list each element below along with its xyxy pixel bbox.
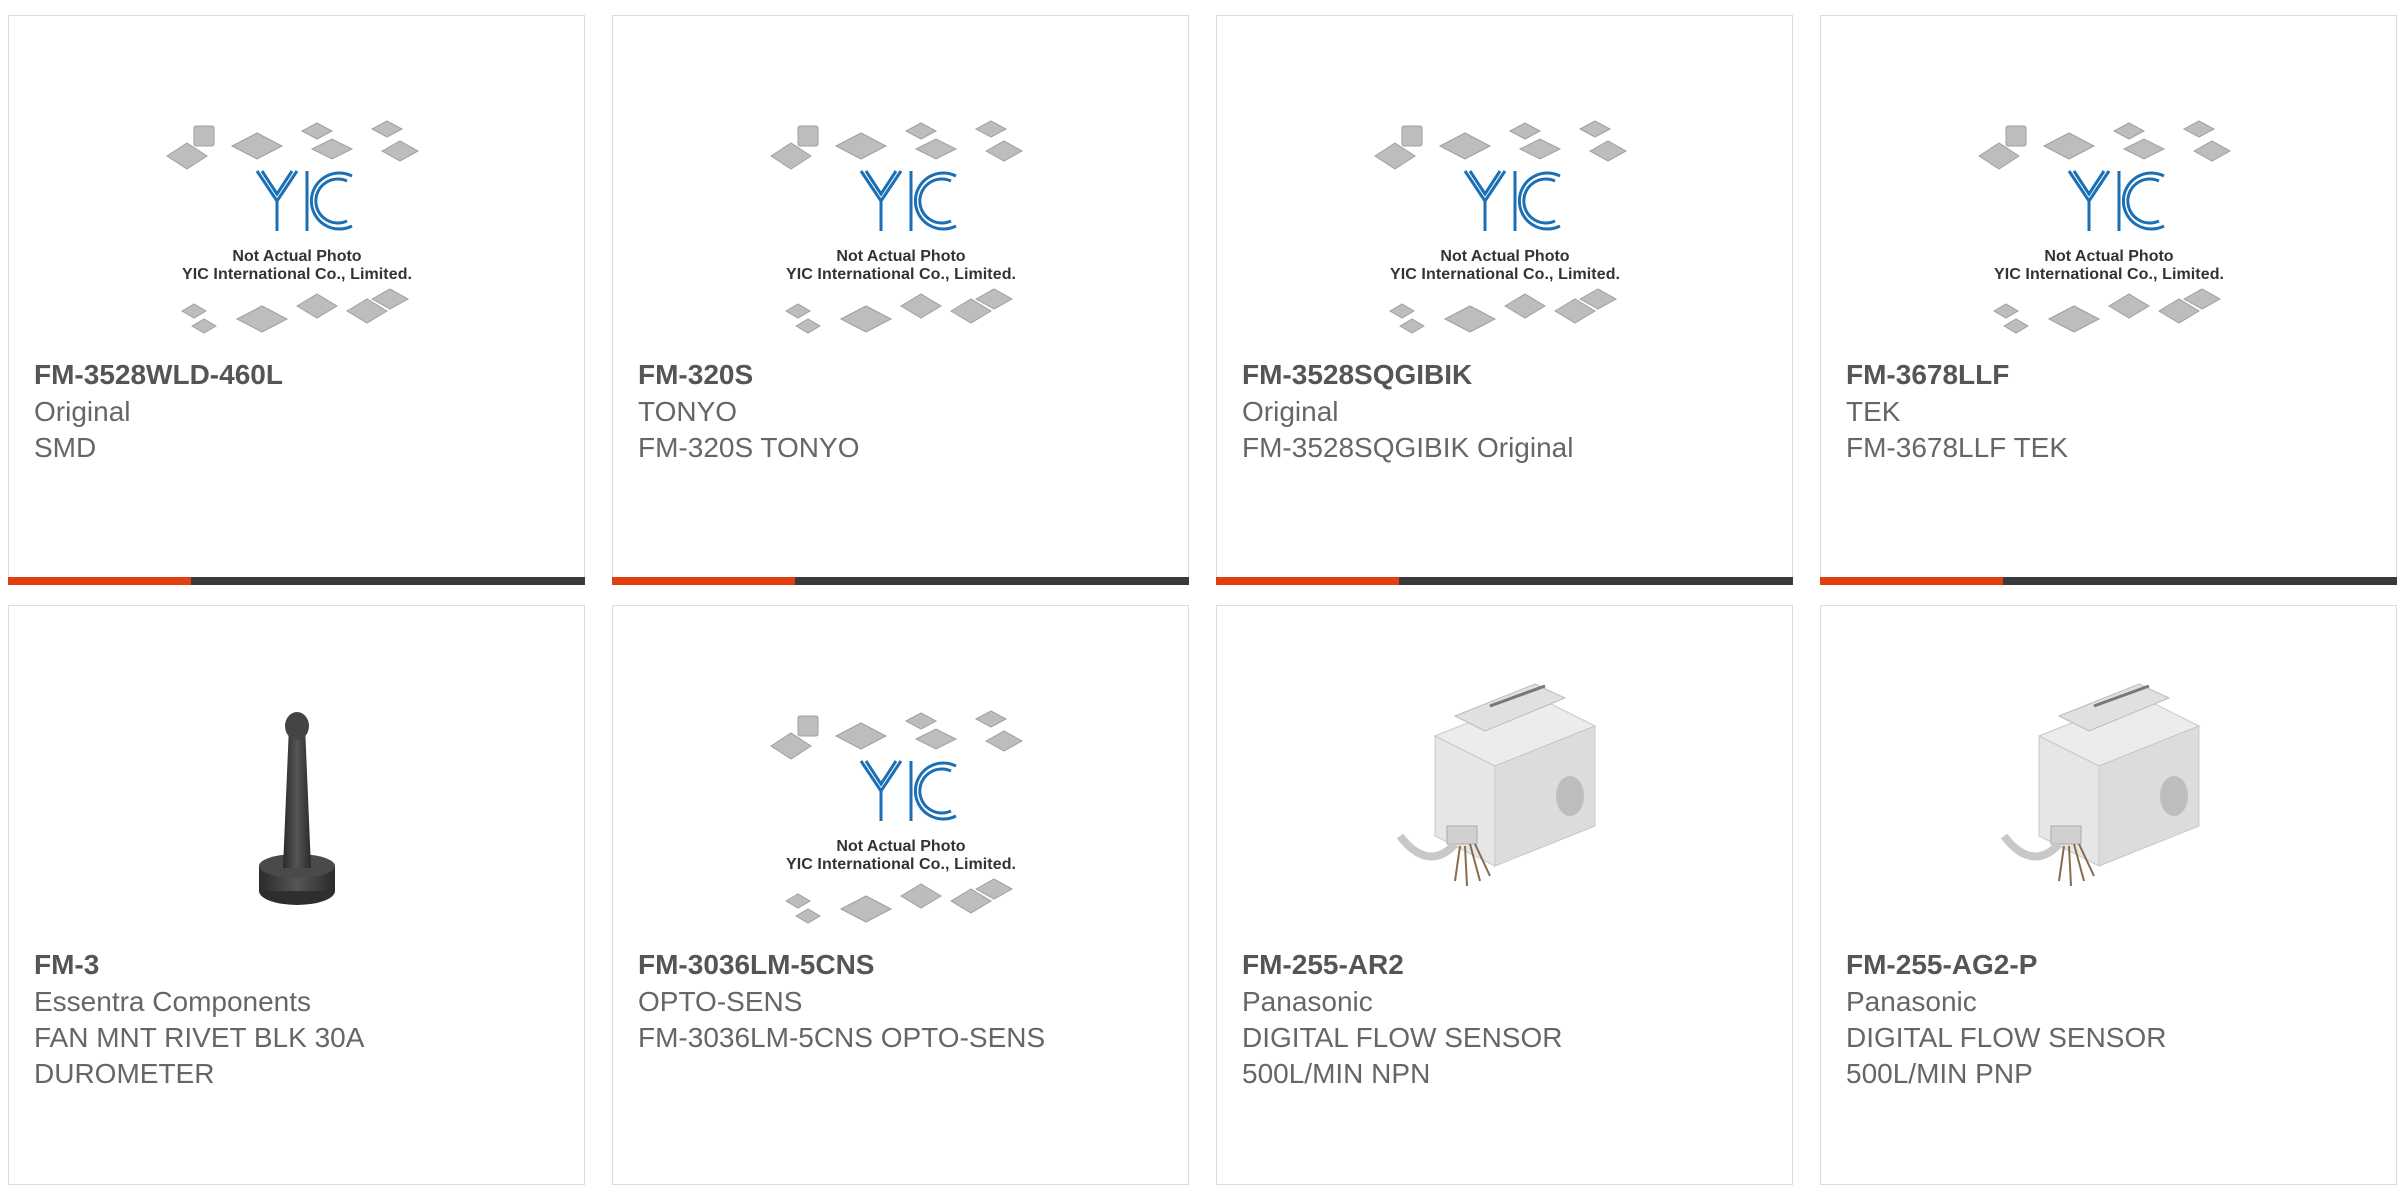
placeholder-caption-1: Not Actual Photo bbox=[836, 838, 965, 855]
description: FM-3678LLF TEK bbox=[1846, 432, 2069, 463]
product-card[interactable]: Not Actual Photo YIC International Co., … bbox=[612, 605, 1189, 1185]
manufacturer: Essentra Components bbox=[34, 986, 312, 1017]
card-bottom-bar bbox=[612, 577, 1189, 585]
part-number[interactable]: FM-320S bbox=[638, 358, 1178, 392]
card-bottom-bar bbox=[8, 577, 585, 585]
placeholder-caption-2: YIC International Co., Limited. bbox=[1994, 266, 2224, 283]
description: FAN MNT RIVET BLK 30A bbox=[34, 1022, 365, 1053]
description: DIGITAL FLOW SENSOR bbox=[1846, 1022, 2167, 1053]
product-card[interactable]: FM-3 Essentra Components FAN MNT RIVET B… bbox=[8, 605, 585, 1185]
product-card[interactable]: Not Actual Photo YIC International Co., … bbox=[8, 15, 585, 585]
placeholder-caption-2: YIC International Co., Limited. bbox=[786, 266, 1016, 283]
manufacturer: Panasonic bbox=[1846, 986, 1977, 1017]
placeholder-caption-1: Not Actual Photo bbox=[836, 248, 965, 265]
description: 500L/MIN NPN bbox=[1242, 1058, 1431, 1089]
description: FM-320S TONYO bbox=[638, 432, 860, 463]
product-image[interactable] bbox=[9, 606, 584, 946]
description: FM-3036LM-5CNS OPTO-SENS bbox=[638, 1022, 1046, 1053]
manufacturer: Panasonic bbox=[1242, 986, 1373, 1017]
product-image[interactable] bbox=[1217, 606, 1792, 946]
description: DUROMETER bbox=[34, 1058, 215, 1089]
product-card[interactable]: FM-255-AG2-P Panasonic DIGITAL FLOW SENS… bbox=[1820, 605, 2397, 1185]
manufacturer: TONYO bbox=[638, 396, 738, 427]
placeholder-image: Not Actual Photo YIC International Co., … bbox=[769, 710, 1023, 924]
product-image[interactable]: Not Actual Photo YIC International Co., … bbox=[1821, 16, 2396, 356]
description: SMD bbox=[34, 432, 97, 463]
part-number[interactable]: FM-255-AR2 bbox=[1242, 948, 1782, 982]
part-number[interactable]: FM-255-AG2-P bbox=[1846, 948, 2386, 982]
placeholder-caption-1: Not Actual Photo bbox=[1440, 248, 1569, 265]
card-bottom-bar bbox=[1216, 577, 1793, 585]
placeholder-image: Not Actual Photo YIC International Co., … bbox=[1373, 120, 1627, 334]
placeholder-image: Not Actual Photo YIC International Co., … bbox=[1977, 120, 2231, 334]
part-number[interactable]: FM-3036LM-5CNS bbox=[638, 948, 1178, 982]
rivet-photo bbox=[258, 712, 335, 905]
product-card[interactable]: FM-255-AR2 Panasonic DIGITAL FLOW SENSOR… bbox=[1216, 605, 1793, 1185]
description: DIGITAL FLOW SENSOR bbox=[1242, 1022, 1563, 1053]
product-image[interactable]: Not Actual Photo YIC International Co., … bbox=[9, 16, 584, 356]
placeholder-image: Not Actual Photo YIC International Co., … bbox=[769, 120, 1023, 334]
product-image[interactable]: Not Actual Photo YIC International Co., … bbox=[613, 606, 1188, 946]
placeholder-caption-1: Not Actual Photo bbox=[2044, 248, 2173, 265]
placeholder-caption-2: YIC International Co., Limited. bbox=[786, 856, 1016, 873]
product-card[interactable]: Not Actual Photo YIC International Co., … bbox=[1216, 15, 1793, 585]
product-image[interactable]: Not Actual Photo YIC International Co., … bbox=[1217, 16, 1792, 356]
placeholder-caption-1: Not Actual Photo bbox=[232, 248, 361, 265]
manufacturer: Original bbox=[34, 396, 131, 427]
product-image[interactable] bbox=[1821, 606, 2396, 946]
flow-sensor-photo bbox=[2000, 683, 2200, 887]
placeholder-caption-2: YIC International Co., Limited. bbox=[1390, 266, 1620, 283]
manufacturer: TEK bbox=[1846, 396, 1901, 427]
description: FM-3528SQGIBIK Original bbox=[1242, 432, 1574, 463]
part-number[interactable]: FM-3528SQGIBIK bbox=[1242, 358, 1782, 392]
placeholder-caption-2: YIC International Co., Limited. bbox=[182, 266, 412, 283]
manufacturer: Original bbox=[1242, 396, 1339, 427]
product-card[interactable]: Not Actual Photo YIC International Co., … bbox=[1820, 15, 2397, 585]
placeholder-image: Not Actual Photo YIC International Co., … bbox=[165, 120, 419, 334]
part-number[interactable]: FM-3528WLD-460L bbox=[34, 358, 574, 392]
card-bottom-bar bbox=[1820, 577, 2397, 585]
manufacturer: OPTO-SENS bbox=[638, 986, 803, 1017]
product-card[interactable]: Not Actual Photo YIC International Co., … bbox=[612, 15, 1189, 585]
part-number[interactable]: FM-3678LLF bbox=[1846, 358, 2386, 392]
flow-sensor-photo bbox=[1396, 683, 1596, 887]
part-number[interactable]: FM-3 bbox=[34, 948, 574, 982]
product-image[interactable]: Not Actual Photo YIC International Co., … bbox=[613, 16, 1188, 356]
description: 500L/MIN PNP bbox=[1846, 1058, 2033, 1089]
